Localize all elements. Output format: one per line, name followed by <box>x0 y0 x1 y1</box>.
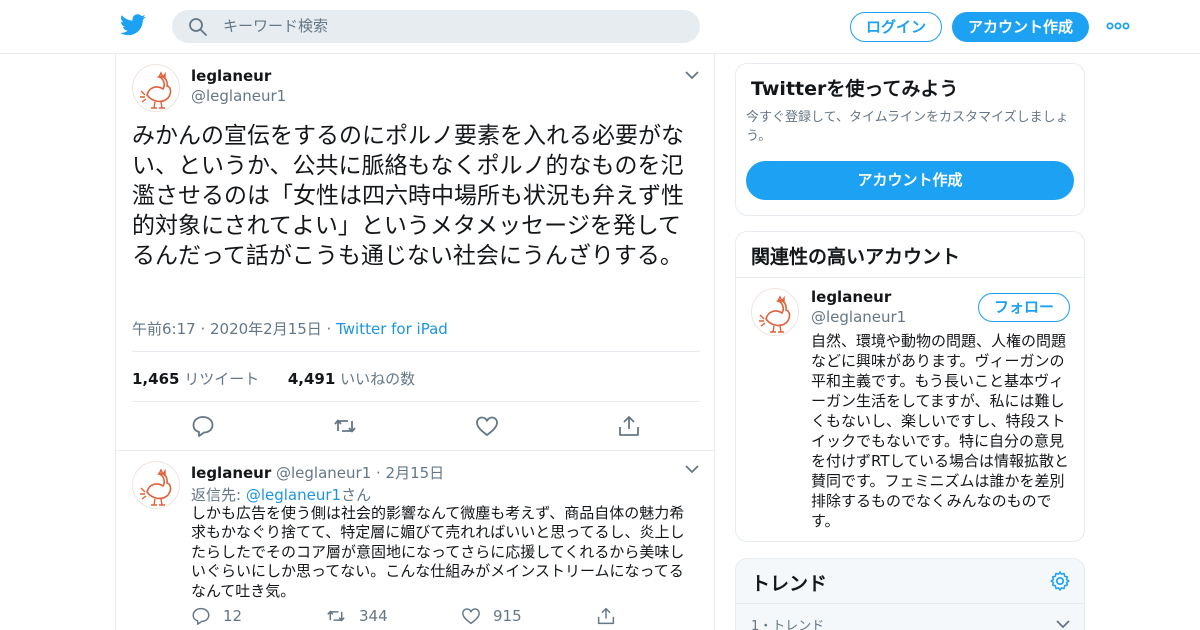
divider <box>132 401 700 402</box>
share-icon[interactable] <box>617 415 641 437</box>
author-handle[interactable]: @leglaneur1 <box>191 87 286 105</box>
reply-button[interactable]: 12 <box>191 607 242 625</box>
tweet-column: leglaneur @leglaneur1 みかんの宣伝をするのにポルノ要素を入… <box>115 54 715 630</box>
search-bar[interactable]: キーワード検索 <box>172 10 700 43</box>
reply-count: 12 <box>223 607 243 625</box>
trends-card: トレンド 1・トレンド <box>735 558 1085 630</box>
share-icon <box>597 607 615 625</box>
like-count: 915 <box>493 607 522 625</box>
trends-title: トレンド <box>751 573 828 595</box>
related-account-bio: 自然、環境や動物の問題、人権の問題などに興味があります。ヴィーガンの平和主義です… <box>811 332 1070 530</box>
author-name[interactable]: leglaneur <box>191 67 271 85</box>
chevron-down-icon[interactable] <box>685 464 699 474</box>
reply-to-prefix: 返信先: <box>191 486 246 504</box>
retweet-count: 1,465 <box>132 370 180 388</box>
divider <box>736 277 1084 278</box>
like-icon[interactable] <box>475 415 499 437</box>
reply-icon[interactable] <box>191 415 215 437</box>
signup-card: Twitterを使ってみよう 今すぐ登録して、タイムラインをカスタマイズしましょ… <box>735 63 1085 216</box>
divider <box>132 351 700 352</box>
tweet-stats: 1,465 リツイート 4,491 いいねの数 <box>132 368 415 389</box>
retweet-button[interactable]: 344 <box>325 607 388 625</box>
signup-card-title: Twitterを使ってみよう <box>751 78 959 100</box>
rooster-logo-icon <box>759 295 791 333</box>
more-icon[interactable] <box>1106 16 1130 36</box>
retweet-label: リツイート <box>179 370 260 388</box>
reply-author-handle: @leglaneur1 · 2月15日 <box>271 464 445 482</box>
reply-to-line: 返信先: @leglaneur1さん <box>191 484 371 505</box>
divider <box>736 603 1084 604</box>
reply-author-name: leglaneur <box>191 464 272 482</box>
retweet-icon[interactable] <box>333 415 357 437</box>
twitter-bird-icon[interactable] <box>120 13 146 37</box>
signup-card-subtitle: 今すぐ登録して、タイムラインをカスタマイズしましょう。 <box>746 110 1069 144</box>
reply-to-suffix: さん <box>341 486 372 504</box>
rooster-logo-icon <box>140 468 172 506</box>
related-accounts-card: 関連性の高いアカウント leglaneur @leglaneur1 フォロー 自… <box>735 231 1085 542</box>
reply-to-link[interactable]: @leglaneur1 <box>246 486 341 504</box>
related-account-name[interactable]: leglaneur <box>811 288 891 306</box>
chevron-down-icon[interactable] <box>1056 619 1070 629</box>
reply-text: しかも広告を使う側は社会的影響なんて微塵も考えず、商品自体の魅力希求もかなぐり捨… <box>191 504 685 600</box>
like-stat[interactable]: 4,491 いいねの数 <box>288 370 415 388</box>
like-icon <box>462 608 480 625</box>
search-input[interactable]: キーワード検索 <box>223 10 328 43</box>
like-count: 4,491 <box>287 370 336 388</box>
signup-card-button[interactable]: アカウント作成 <box>746 161 1074 200</box>
related-account-handle[interactable]: @leglaneur1 <box>811 308 906 326</box>
search-icon <box>189 18 207 36</box>
top-navigation-bar: キーワード検索 ログイン アカウント作成 <box>0 0 1200 54</box>
like-button[interactable]: 915 <box>461 607 522 625</box>
signup-button[interactable]: アカウント作成 <box>952 12 1089 42</box>
chevron-down-icon[interactable] <box>685 70 699 80</box>
login-button[interactable]: ログイン <box>850 12 942 42</box>
reply-icon <box>192 607 210 625</box>
tweet-text: みかんの宣伝をするのにポルノ要素を入れる必要がない、というか、公共に脈絡もなくポ… <box>132 123 684 269</box>
timestamp-text[interactable]: 午前6:17 · 2020年2月15日 · <box>132 320 336 338</box>
tweet-source-link[interactable]: Twitter for iPad <box>336 320 448 338</box>
trend-item-label[interactable]: 1・トレンド <box>751 615 824 630</box>
retweet-stat[interactable]: 1,465 リツイート <box>132 370 259 388</box>
avatar[interactable] <box>751 288 799 336</box>
reply-author[interactable]: leglaneur @leglaneur1 · 2月15日 <box>191 462 444 483</box>
share-button[interactable] <box>596 607 628 625</box>
tweet-timestamp: 午前6:17 · 2020年2月15日 · Twitter for iPad <box>132 318 448 339</box>
avatar[interactable] <box>132 64 180 112</box>
follow-button[interactable]: フォロー <box>978 293 1070 322</box>
divider <box>116 450 714 451</box>
rooster-logo-icon <box>140 71 172 109</box>
retweet-icon <box>327 610 345 622</box>
like-label: いいねの数 <box>335 370 416 388</box>
related-accounts-title: 関連性の高いアカウント <box>751 246 961 268</box>
retweet-count: 344 <box>359 607 388 625</box>
gear-icon[interactable] <box>1049 570 1071 592</box>
avatar[interactable] <box>132 461 180 509</box>
